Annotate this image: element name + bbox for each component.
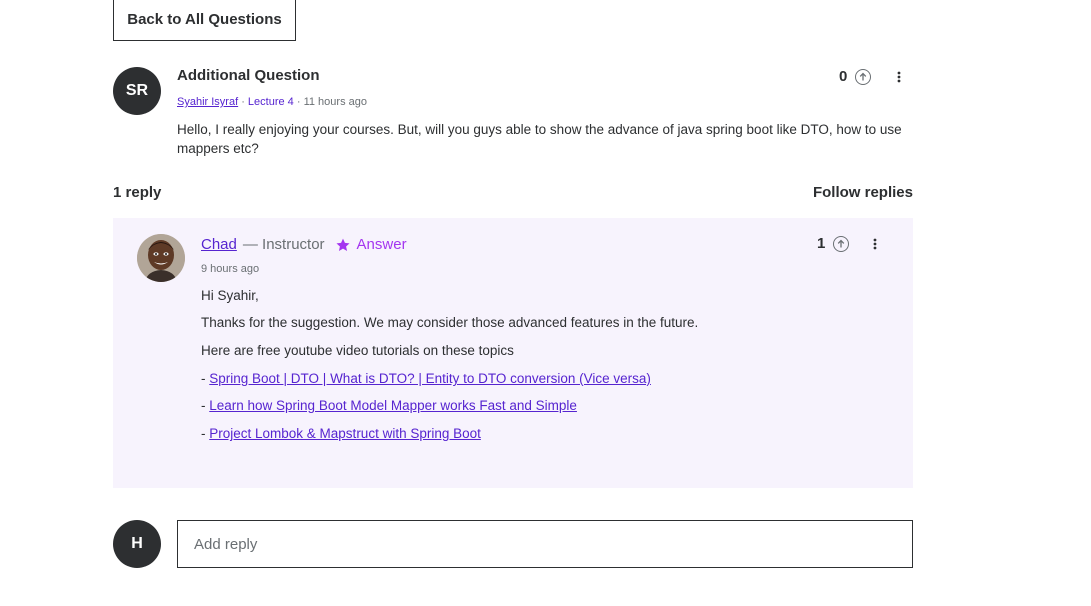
link-bullet: - [201,398,210,413]
reply-time: 9 hours ago [201,263,260,275]
arrow-up-circle-icon [860,72,867,80]
reply-text-line: Thanks for the suggestion. We may consid… [201,315,699,330]
reply-text-line: Hi Syahir, [201,288,259,303]
kebab-vertical-icon [897,71,901,83]
question-author-avatar[interactable]: SR [113,67,161,115]
reply-upvote-count: 1 [817,235,826,252]
link-bullet: - [201,426,210,441]
reply-link-item: - Spring Boot | DTO | What is DTO? | Ent… [201,371,651,386]
back-to-all-questions-button[interactable]: Back to All Questions [113,0,296,41]
reply-text-line: Here are free youtube video tutorials on… [201,343,514,358]
question-lecture-link[interactable]: Lecture 4 [248,96,294,108]
reply-link-model-mapper-video[interactable]: Learn how Spring Boot Model Mapper works… [209,398,577,413]
question-author-link[interactable]: Syahir Isyraf [177,96,238,108]
question-title: Additional Question [177,67,320,84]
add-reply-input[interactable] [177,520,913,568]
question-time: 11 hours ago [303,96,367,108]
current-user-avatar: H [113,520,161,568]
follow-replies-button[interactable]: Follow replies [813,184,913,201]
reply-header: Chad — Instructor Answer [201,236,407,253]
arrow-up-circle-icon [838,239,845,247]
reply-link-item: - Project Lombok & Mapstruct with Spring… [201,426,481,441]
reply-vote: 1 [817,235,850,252]
reply-link-lombok-mapstruct-video[interactable]: Project Lombok & Mapstruct with Spring B… [209,426,481,441]
reply-link-dto-video[interactable]: Spring Boot | DTO | What is DTO? | Entit… [209,371,651,386]
question-vote: 0 [839,68,872,85]
avatar-initials: SR [125,82,149,99]
reply-more-button[interactable] [867,236,883,252]
question-upvote-button[interactable] [855,68,872,85]
avatar-initials: H [131,535,143,552]
answer-badge-label: Answer [356,236,407,253]
avatar-photo [137,234,185,282]
question-more-button[interactable] [891,69,907,85]
reply-count: 1 reply [113,184,162,201]
question-meta: Syahir Isyraf · Lecture 4 · 11 hours ago [177,96,367,108]
answer-badge: Answer [335,236,407,253]
reply-link-item: - Learn how Spring Boot Model Mapper wor… [201,398,577,413]
question-upvote-count: 0 [839,68,848,85]
reply-upvote-button[interactable] [833,235,850,252]
link-bullet: - [201,371,210,386]
reply-author-avatar[interactable] [137,234,185,282]
meta-separator: · [238,96,248,108]
reply-author-link[interactable]: Chad [201,236,237,253]
star-icon [336,238,350,251]
reply-author-role: — Instructor [242,236,325,253]
meta-separator: · [293,96,304,108]
kebab-vertical-icon [873,238,877,250]
question-body: Hello, I really enjoying your courses. B… [177,122,902,156]
